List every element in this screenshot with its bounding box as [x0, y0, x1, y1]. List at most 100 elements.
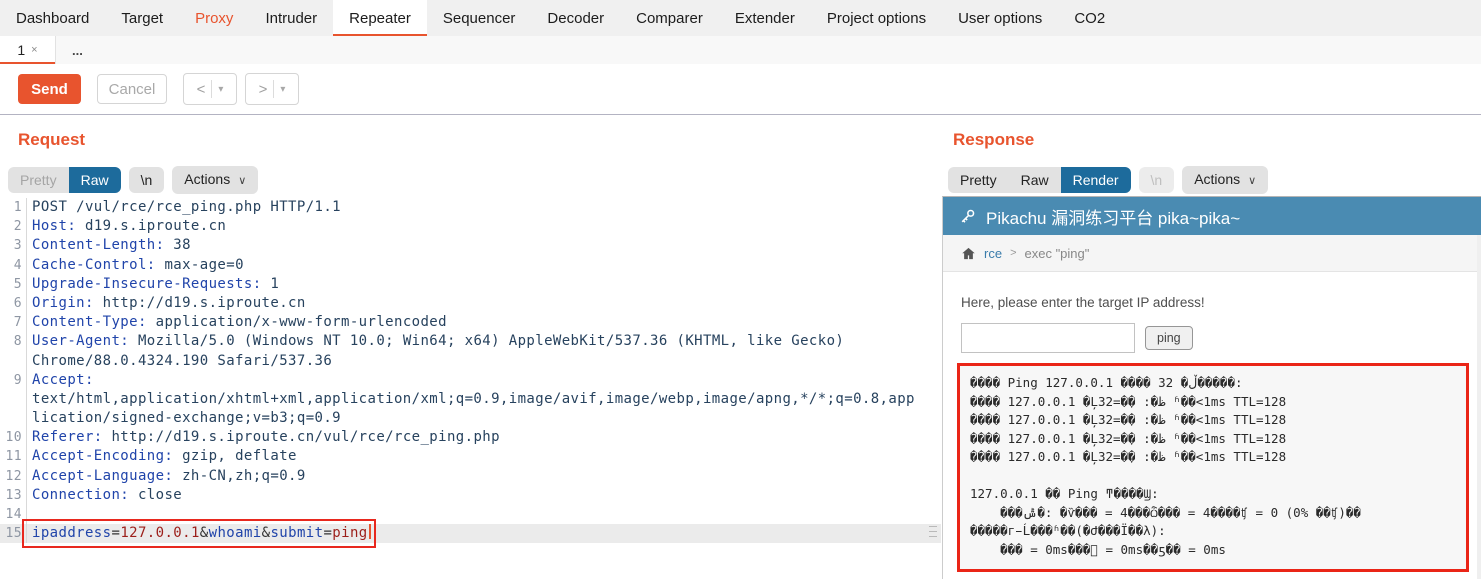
close-icon[interactable]: ×	[31, 44, 37, 56]
request-editor[interactable]: 1POST /vul/rce/rce_ping.php HTTP/1.12Hos…	[0, 198, 941, 579]
tab-newline[interactable]: \n	[129, 167, 165, 193]
menu-item-extender[interactable]: Extender	[719, 0, 811, 36]
line-number: 15	[0, 524, 27, 543]
breadcrumb-separator: >	[1010, 247, 1016, 259]
request-line-2: 2Host: d19.s.iproute.cn	[0, 217, 941, 236]
ip-address-input[interactable]	[961, 323, 1135, 353]
menu-item-project-options[interactable]: Project options	[811, 0, 942, 36]
request-line-15: 15ipaddress=127.0.0.1&whoami&submit=ping	[0, 524, 941, 543]
repeater-tab-bar: 1 × ...	[0, 36, 1481, 65]
request-line-7: 7Content-Type: application/x-www-form-ur…	[0, 313, 941, 332]
site-header: Pikachu 漏洞练习平台 pika~pika~	[943, 197, 1481, 235]
line-number	[0, 390, 27, 409]
cancel-button[interactable]: Cancel	[97, 74, 167, 104]
line-number: 10	[0, 428, 27, 447]
request-panel: Request Pretty Raw \n Actions ∨ 1POST /vu…	[0, 116, 941, 579]
breadcrumb-current-page: exec "ping"	[1025, 246, 1090, 261]
menu-item-user-options[interactable]: User options	[942, 0, 1058, 36]
line-number: 6	[0, 294, 27, 313]
tab-raw[interactable]: Raw	[1009, 167, 1061, 193]
line-number: 11	[0, 447, 27, 466]
request-title: Request	[18, 130, 85, 150]
divider	[273, 80, 274, 98]
chevron-down-icon: ∨	[238, 175, 246, 187]
response-title: Response	[953, 130, 1034, 150]
menu-bar: DashboardTargetProxyIntruderRepeaterSequ…	[0, 0, 1481, 37]
line-number: 14	[0, 505, 27, 524]
repeater-tab-1[interactable]: 1 ×	[0, 36, 56, 64]
line-number: 3	[0, 236, 27, 255]
home-icon[interactable]	[961, 246, 976, 261]
request-line-10: 10Referer: http://d19.s.iproute.cn/vul/r…	[0, 428, 941, 447]
response-view-tabs: Pretty Raw Render \n Actions ∨	[948, 166, 1268, 194]
tab-pretty[interactable]: Pretty	[8, 167, 69, 193]
tab-newline: \n	[1139, 167, 1175, 193]
line-number: 2	[0, 217, 27, 236]
request-line-wrap: text/html,application/xhtml+xml,applicat…	[0, 390, 941, 409]
actions-menu-button[interactable]: Actions ∨	[172, 166, 258, 194]
repeater-toolbar: Send Cancel < ▾ > ▾	[0, 64, 1481, 115]
site-title: Pikachu 漏洞练习平台 pika~pika~	[986, 204, 1240, 229]
request-line-6: 6Origin: http://d19.s.iproute.cn	[0, 294, 941, 313]
request-view-tabs: Pretty Raw \n Actions ∨	[8, 166, 258, 194]
response-scrollbar[interactable]	[1477, 235, 1481, 579]
key-icon	[959, 208, 976, 225]
line-number: 12	[0, 467, 27, 486]
forward-arrow-icon: >	[259, 81, 268, 98]
line-number: 5	[0, 275, 27, 294]
burp-repeater-window: DashboardTargetProxyIntruderRepeaterSequ…	[0, 0, 1481, 579]
actions-label: Actions	[1194, 171, 1240, 187]
back-dropdown-icon[interactable]: ▾	[218, 84, 223, 95]
line-number: 1	[0, 198, 27, 217]
divider	[211, 80, 212, 98]
menu-item-repeater[interactable]: Repeater	[333, 0, 427, 36]
forward-dropdown-icon[interactable]: ▾	[280, 84, 285, 95]
menu-item-target[interactable]: Target	[105, 0, 179, 36]
line-number	[0, 409, 27, 428]
line-number: 7	[0, 313, 27, 332]
request-line-1: 1POST /vul/rce/rce_ping.php HTTP/1.1	[0, 198, 941, 217]
more-tabs-button[interactable]: ...	[56, 36, 99, 64]
ping-output: ���� Ping 127.0.0.1 ���� 32 �ֽڵ�����: ��…	[970, 374, 1462, 559]
ping-form: ping	[961, 323, 1481, 353]
tab-pretty[interactable]: Pretty	[948, 167, 1009, 193]
scrollbar-grip[interactable]	[929, 522, 937, 541]
breadcrumb: rce > exec "ping"	[943, 235, 1481, 272]
back-button[interactable]: < ▾	[183, 73, 237, 105]
menu-item-intruder[interactable]: Intruder	[249, 0, 333, 36]
chevron-down-icon: ∨	[1248, 175, 1256, 187]
menu-item-proxy[interactable]: Proxy	[179, 0, 249, 36]
tab-raw[interactable]: Raw	[69, 167, 121, 193]
request-line-11: 11Accept-Encoding: gzip, deflate	[0, 447, 941, 466]
ping-button[interactable]: ping	[1145, 326, 1193, 350]
menu-item-dashboard[interactable]: Dashboard	[0, 0, 105, 36]
line-number: 4	[0, 256, 27, 275]
text-cursor	[369, 524, 371, 539]
request-line-wrap: lication/signed-exchange;v=b3;q=0.9	[0, 409, 941, 428]
ping-output-annotation-box: ���� Ping 127.0.0.1 ���� 32 �ֽڵ�����: ��…	[957, 363, 1469, 572]
menu-item-co2[interactable]: CO2	[1058, 0, 1121, 36]
send-button[interactable]: Send	[18, 74, 81, 104]
ping-prompt-text: Here, please enter the target IP address…	[961, 295, 1481, 310]
request-line-4: 4Cache-Control: max-age=0	[0, 256, 941, 275]
request-line-9: 9Accept:	[0, 371, 941, 390]
forward-button[interactable]: > ▾	[245, 73, 299, 105]
menu-item-comparer[interactable]: Comparer	[620, 0, 719, 36]
request-line-5: 5Upgrade-Insecure-Requests: 1	[0, 275, 941, 294]
request-line-3: 3Content-Length: 38	[0, 236, 941, 255]
menu-item-sequencer[interactable]: Sequencer	[427, 0, 532, 36]
request-line-wrap: Chrome/88.0.4324.190 Safari/537.36	[0, 352, 941, 371]
line-number: 13	[0, 486, 27, 505]
request-line-12: 12Accept-Language: zh-CN,zh;q=0.9	[0, 467, 941, 486]
breadcrumb-link-rce[interactable]: rce	[984, 246, 1002, 261]
tab-render[interactable]: Render	[1061, 167, 1131, 193]
line-number: 8	[0, 332, 27, 351]
rendered-response: Pikachu 漏洞练习平台 pika~pika~ rce > exec "pi…	[942, 196, 1481, 579]
actions-menu-button[interactable]: Actions ∨	[1182, 166, 1268, 194]
actions-label: Actions	[184, 171, 230, 187]
response-panel: Response Pretty Raw Render \n Actions ∨ P…	[941, 116, 1481, 579]
menu-item-decoder[interactable]: Decoder	[531, 0, 620, 36]
repeater-tab-label: 1	[17, 42, 25, 58]
back-arrow-icon: <	[197, 81, 206, 98]
request-line-13: 13Connection: close	[0, 486, 941, 505]
